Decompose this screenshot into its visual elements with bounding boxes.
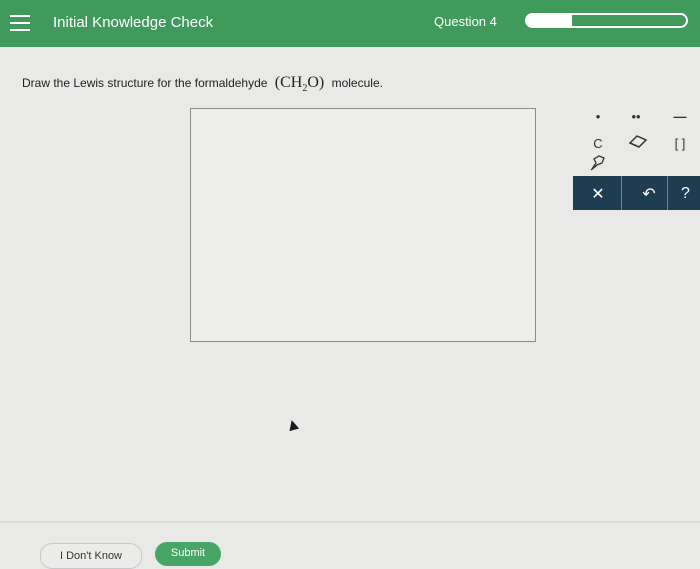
action-toolbar: ✕ ↶ ? <box>573 176 700 210</box>
formula-end: O <box>307 74 319 91</box>
bond-tool[interactable]: — <box>661 104 699 129</box>
clear-button[interactable]: ✕ <box>579 179 617 209</box>
help-button[interactable]: ? <box>671 179 700 209</box>
question-prompt: Draw the Lewis structure for the formald… <box>22 74 383 94</box>
footer-divider <box>0 521 700 523</box>
dont-know-button[interactable]: I Don't Know <box>40 543 142 569</box>
mouse-cursor-icon <box>286 418 300 432</box>
toolbar-divider <box>621 176 622 210</box>
progress-bar <box>525 13 688 28</box>
undo-button[interactable]: ↶ <box>630 179 668 209</box>
chemical-formula: (CH2O) <box>274 74 325 95</box>
hamburger-menu-icon[interactable] <box>10 15 30 31</box>
formula-main: CH <box>280 74 303 91</box>
question-number: Question 4 <box>434 14 497 29</box>
progress-fill <box>527 15 572 26</box>
drawing-canvas[interactable] <box>190 108 536 342</box>
page-title: Initial Knowledge Check <box>53 14 214 31</box>
single-electron-tool[interactable]: • <box>579 104 617 129</box>
prompt-suffix: molecule. <box>331 76 383 90</box>
prompt-text: Draw the Lewis structure for the formald… <box>22 76 268 90</box>
eraser-icon[interactable] <box>619 126 657 156</box>
submit-button[interactable]: Submit <box>155 542 221 566</box>
app-header: Initial Knowledge Check Question 4 <box>0 0 700 47</box>
tool-palette: • •• — C [ ] ✕ ↶ ? <box>573 104 700 210</box>
bracket-tool[interactable]: [ ] <box>661 128 699 158</box>
template-icon[interactable] <box>579 148 617 178</box>
toolbar-divider <box>667 176 668 210</box>
